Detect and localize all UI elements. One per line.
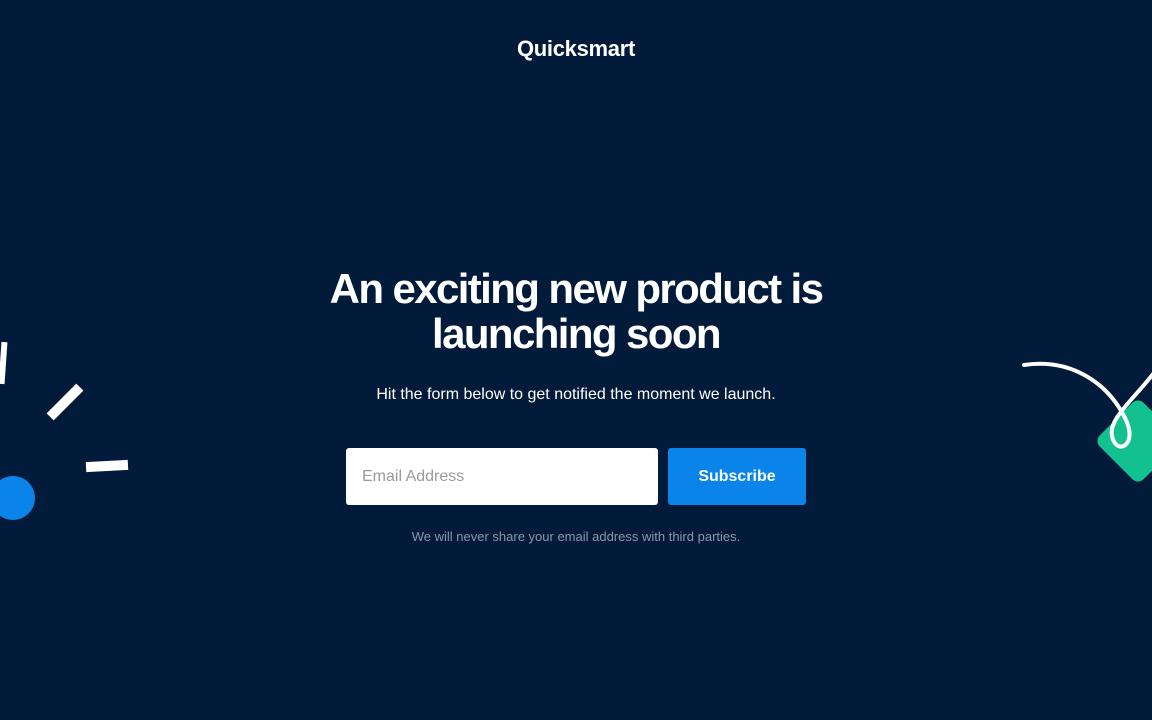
privacy-note: We will never share your email address w… [411,529,741,544]
subscribe-button[interactable]: Subscribe [668,448,806,505]
brand-logo: Quicksmart [516,36,636,61]
subscribe-form: Subscribe [346,448,806,505]
tag-shape [1097,400,1152,482]
hero-headline: An exciting new product is launching soo… [329,265,824,357]
decorative-circle [0,476,35,520]
decorative-shapes-right [1022,361,1152,482]
email-input[interactable] [346,448,658,505]
confetti-bar-horizontal [85,459,129,473]
confetti-bar-diagonal [46,383,84,421]
confetti-bar-vertical [0,341,8,385]
hero-section: An exciting new product is launching soo… [276,266,876,406]
decorative-shapes-left [0,341,129,520]
swirl-line [1022,361,1152,449]
hero-subtext: Hit the form below to get notified the m… [376,386,776,403]
